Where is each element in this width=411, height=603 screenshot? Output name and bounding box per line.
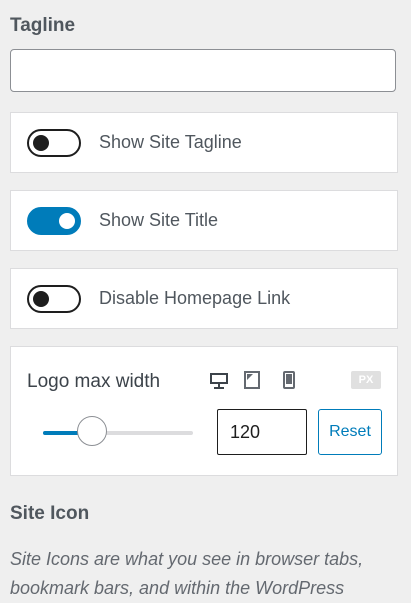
mobile-icon[interactable]: [283, 371, 295, 394]
disable-homepage-link-label: Disable Homepage Link: [99, 288, 291, 308]
unit-badge[interactable]: PX: [351, 371, 381, 389]
logo-max-width-card: Logo max width PX Reset: [10, 346, 398, 476]
toggle-knob: [33, 135, 49, 151]
site-icon-label: Site Icon: [10, 503, 90, 524]
show-site-title-toggle[interactable]: [27, 207, 81, 235]
show-site-tagline-label: Show Site Tagline: [99, 132, 242, 152]
logo-width-slider-track[interactable]: [43, 431, 193, 435]
logo-max-width-title: Logo max width: [27, 371, 161, 392]
reset-button[interactable]: Reset: [318, 409, 382, 455]
show-site-title-label: Show Site Title: [99, 210, 219, 230]
tablet-icon[interactable]: [244, 371, 260, 394]
toggle-knob: [33, 291, 49, 307]
tagline-label: Tagline: [10, 15, 76, 36]
site-icon-description: Site Icons are what you see in browser t…: [10, 549, 364, 598]
show-site-tagline-toggle[interactable]: [27, 129, 81, 157]
desktop-icon[interactable]: [209, 371, 229, 394]
tagline-input[interactable]: [10, 49, 396, 92]
toggle-card-disable-homepage-link: Disable Homepage Link: [10, 268, 398, 329]
toggle-knob: [59, 213, 75, 229]
logo-width-slider-thumb[interactable]: [77, 416, 107, 446]
toggle-card-show-site-title: Show Site Title: [10, 190, 398, 251]
disable-homepage-link-toggle[interactable]: [27, 285, 81, 313]
toggle-card-show-site-tagline: Show Site Tagline: [10, 112, 398, 173]
logo-width-input[interactable]: [217, 409, 307, 455]
